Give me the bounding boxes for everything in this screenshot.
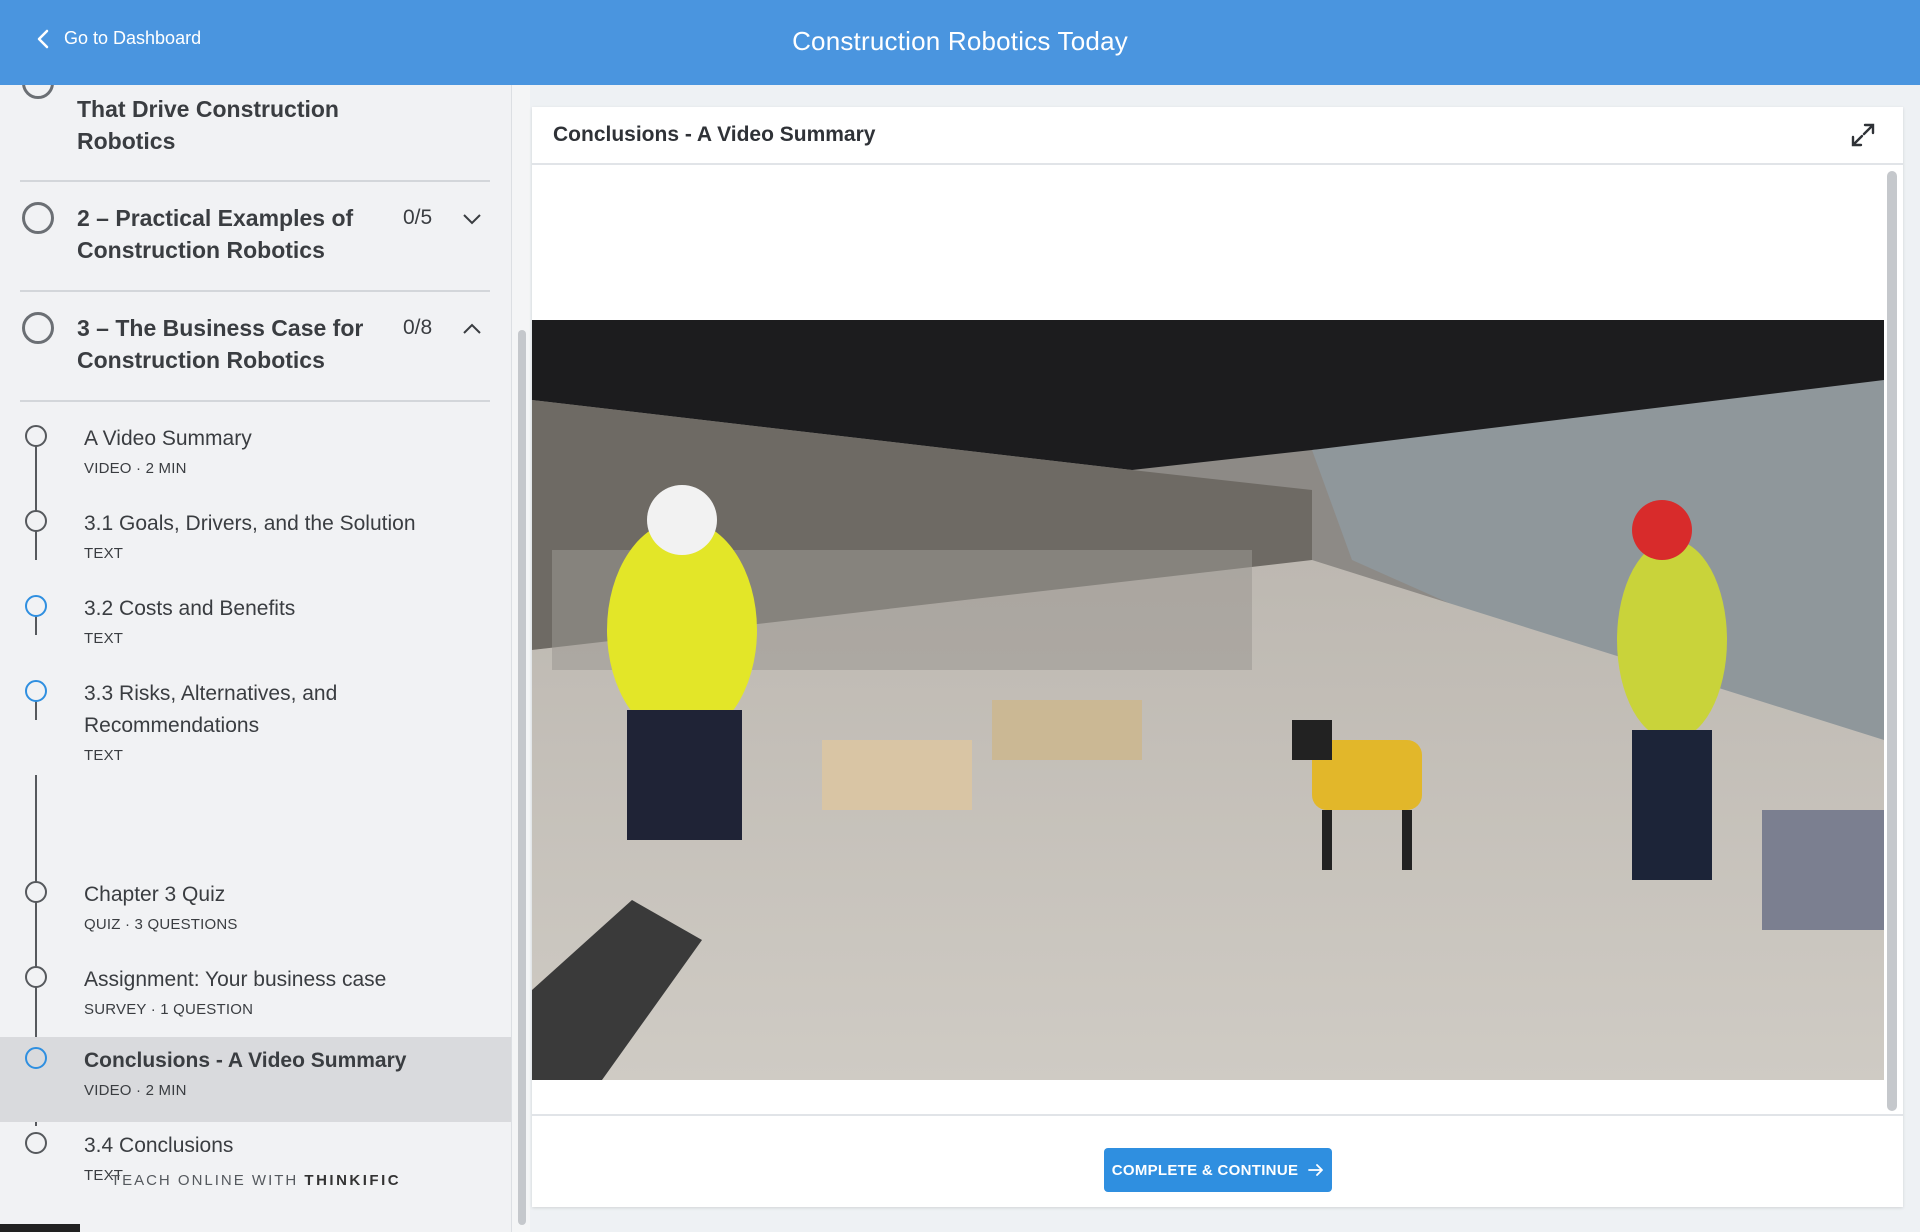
lesson-title-heading: Conclusions - A Video Summary — [553, 123, 876, 146]
arrow-right-icon — [1308, 1164, 1324, 1176]
lesson-status-circle-icon — [25, 1047, 47, 1069]
course-title: Construction Robotics Today — [792, 26, 1128, 56]
lesson-meta: QUIZ · 3 QUESTIONS — [84, 916, 238, 933]
lesson-item[interactable]: 3.3 Risks, Alternatives, and Recommendat… — [0, 670, 511, 785]
lesson-title: 3.4 Conclusions — [84, 1134, 234, 1157]
chapter-progress-count: 0/8 — [403, 316, 433, 339]
lesson-item-active[interactable]: Conclusions - A Video Summary VIDEO · 2 … — [0, 1037, 511, 1122]
lesson-meta: TEXT — [84, 630, 124, 647]
sidebar-scrollbar[interactable] — [518, 330, 526, 1225]
lesson-meta: TEXT — [84, 545, 124, 562]
thinkific-footer[interactable]: TEACH ONLINE WITH THINKIFIC — [0, 1172, 511, 1189]
chapter-status-circle-icon — [22, 85, 54, 99]
lesson-status-circle-icon — [25, 1132, 47, 1154]
content-scrollbar[interactable] — [1887, 171, 1897, 1111]
lesson-meta: VIDEO · 2 MIN — [84, 1082, 187, 1099]
lesson-title: Conclusions - A Video Summary — [84, 1049, 407, 1072]
lesson-item[interactable]: A Video Summary VIDEO · 2 MIN — [0, 415, 511, 500]
lesson-item[interactable]: 3.1 Goals, Drivers, and the Solution TEX… — [0, 500, 511, 585]
chapter-1[interactable]: That Drive Construction Robotics — [20, 85, 490, 182]
top-bar: Go to Dashboard Construction Robotics To… — [0, 0, 1920, 85]
lesson-status-circle-icon — [25, 510, 47, 532]
lesson-meta: TEXT — [84, 747, 124, 764]
chapter-2[interactable]: 2 – Practical Examples of Construction R… — [20, 182, 490, 292]
lesson-title: 3.2 Costs and Benefits — [84, 597, 296, 620]
lesson-meta: SURVEY · 1 QUESTION — [84, 1001, 254, 1018]
chapter-title: 2 – Practical Examples of Construction R… — [77, 205, 354, 263]
lesson-status-circle-icon — [25, 425, 47, 447]
lesson-status-circle-icon — [25, 595, 47, 617]
chapter-status-circle-icon — [22, 202, 54, 234]
lesson-content-card: Conclusions - A Video Summary COMPLETE &… — [532, 107, 1903, 1207]
chapter-progress-count: 0/5 — [403, 206, 433, 229]
lesson-header: Conclusions - A Video Summary — [532, 107, 1903, 165]
video-player-area — [532, 167, 1885, 1122]
chevron-down-icon[interactable] — [462, 212, 482, 226]
chevron-up-icon[interactable] — [462, 322, 482, 336]
footer-brand: THINKIFIC — [304, 1172, 402, 1189]
lesson-footer-bar: COMPLETE & CONTINUE — [532, 1114, 1903, 1207]
lesson-title: Chapter 3 Quiz — [84, 883, 226, 906]
chapter-title: That Drive Construction Robotics — [77, 96, 339, 154]
construction-site-video-frame — [532, 320, 1884, 1080]
lesson-title: Assignment: Your business case — [84, 968, 387, 991]
complete-button-label: COMPLETE & CONTINUE — [1111, 1161, 1299, 1179]
course-sidebar: That Drive Construction Robotics 2 – Pra… — [0, 85, 512, 1232]
chapter-status-circle-icon — [22, 312, 54, 344]
expand-fullscreen-icon[interactable] — [1850, 122, 1876, 148]
lesson-meta: VIDEO · 2 MIN — [84, 460, 187, 477]
lesson-item[interactable]: Assignment: Your business case SURVEY · … — [0, 956, 511, 1041]
footer-prefix: TEACH ONLINE WITH — [110, 1172, 299, 1189]
lesson-status-circle-icon — [25, 881, 47, 903]
video-player[interactable] — [532, 320, 1884, 1080]
chapter-3[interactable]: 3 – The Business Case for Construction R… — [20, 292, 490, 402]
complete-and-continue-button[interactable]: COMPLETE & CONTINUE — [1104, 1148, 1332, 1192]
lesson-item[interactable]: Chapter 3 Quiz QUIZ · 3 QUESTIONS — [0, 871, 511, 956]
lesson-status-circle-icon — [25, 966, 47, 988]
lesson-status-circle-icon — [25, 680, 47, 702]
window-edge — [0, 1224, 80, 1232]
lesson-title: 3.3 Risks, Alternatives, and Recommendat… — [84, 682, 338, 737]
lesson-item[interactable]: 3.4 Conclusions TEXT — [0, 1122, 511, 1207]
lesson-title: A Video Summary — [84, 427, 252, 450]
chapter-title: 3 – The Business Case for Construction R… — [77, 315, 364, 373]
lesson-item[interactable]: 3.2 Costs and Benefits TEXT — [0, 585, 511, 670]
lesson-title: 3.1 Goals, Drivers, and the Solution — [84, 512, 416, 535]
